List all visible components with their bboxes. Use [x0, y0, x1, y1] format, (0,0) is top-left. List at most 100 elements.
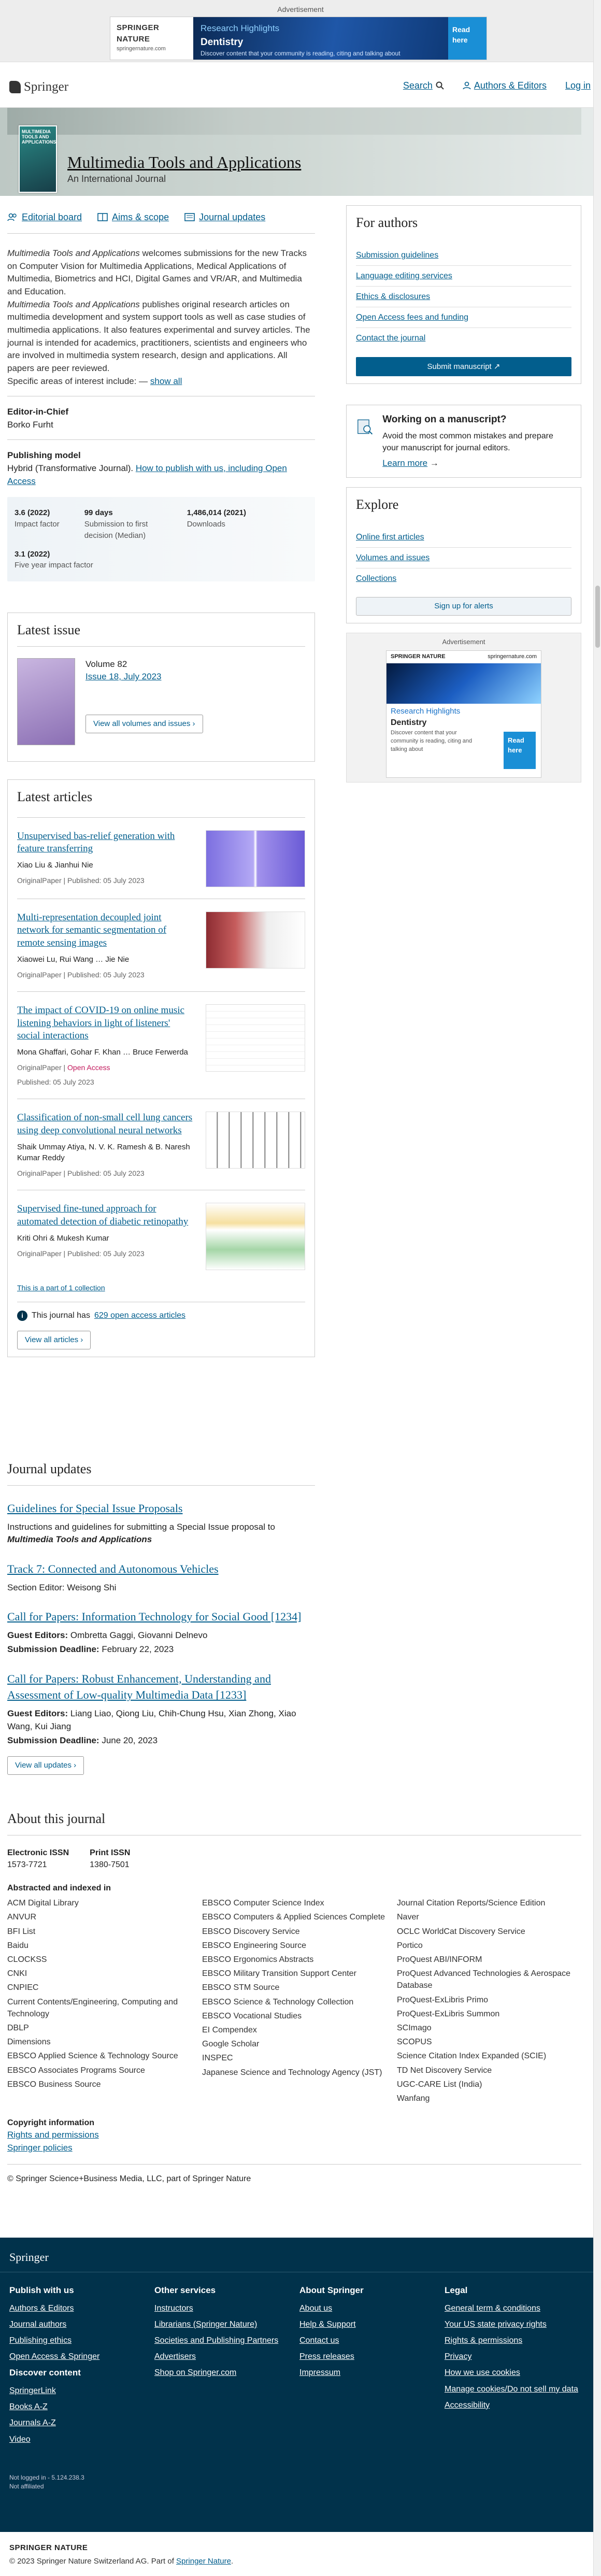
ad-line3: Discover content that your community is …: [201, 50, 400, 58]
springer-policies-link[interactable]: Springer policies: [7, 2143, 73, 2153]
footer-link[interactable]: Shop on Springer.com: [154, 2367, 299, 2379]
issue-volume: Volume 82: [85, 659, 127, 669]
footer-link[interactable]: Accessibility: [445, 2399, 590, 2411]
volumes-issues-link[interactable]: Volumes and issues: [356, 553, 430, 562]
article-item: Classification of non-small cell lung ca…: [17, 1099, 305, 1190]
index-item: CLOCKSS: [7, 1955, 47, 1964]
collections-link[interactable]: Collections: [356, 574, 396, 583]
index-item: TD Net Discovery Service: [397, 2066, 492, 2075]
copyright-text: © Springer Science+Business Media, LLC, …: [7, 2164, 581, 2185]
show-all-link[interactable]: show all: [150, 376, 182, 386]
ad-side-read-here-button[interactable]: Read here: [504, 731, 536, 769]
online-first-link[interactable]: Online first articles: [356, 533, 424, 542]
submit-manuscript-button[interactable]: Submit manuscript ↗: [356, 357, 571, 377]
open-access-articles-link[interactable]: 629 open access articles: [94, 1310, 185, 1321]
view-all-volumes-button[interactable]: View all volumes and issues ›: [85, 715, 203, 733]
rights-permissions-link[interactable]: Rights and permissions: [7, 2130, 99, 2140]
footer-link[interactable]: Books A-Z: [9, 2401, 154, 2413]
ad-image: [387, 663, 541, 704]
index-item: EBSCO Engineering Source: [202, 1941, 306, 1950]
article-title[interactable]: The impact of COVID-19 on online music l…: [17, 1004, 193, 1043]
index-item: SCImago: [397, 2023, 432, 2032]
footer-link[interactable]: Privacy: [445, 2351, 590, 2362]
article-title[interactable]: Supervised fine-tuned approach for autom…: [17, 1203, 193, 1228]
journal-title[interactable]: Multimedia Tools and Applications: [67, 150, 301, 174]
footer-link[interactable]: Open Access & Springer: [9, 2351, 154, 2362]
footer-link[interactable]: Societies and Publishing Partners: [154, 2335, 299, 2346]
article-title[interactable]: Unsupervised bas-relief generation with …: [17, 830, 193, 856]
ad-label: Advertisement: [277, 5, 324, 13]
footer-link[interactable]: About us: [299, 2302, 445, 2314]
article-thumbnail[interactable]: [206, 1203, 305, 1271]
index-item: EBSCO Discovery Service: [202, 1927, 300, 1936]
scrollbar-thumb[interactable]: [595, 586, 600, 648]
article-thumbnail[interactable]: [206, 911, 305, 969]
issue-cover-image[interactable]: [17, 658, 75, 745]
affiliation-status: Not affiliated: [9, 2483, 44, 2490]
update-title[interactable]: Call for Papers: Information Technology …: [7, 1609, 315, 1625]
eissn-value: 1573-7721: [7, 1860, 47, 1869]
footer-link[interactable]: How we use cookies: [445, 2367, 590, 2379]
logged-status: Not logged in - 5.124.238.3: [9, 2474, 84, 2481]
footer-link[interactable]: General term & conditions: [445, 2302, 590, 2314]
footer-logo[interactable]: Springer: [9, 2249, 49, 2266]
footer-link[interactable]: Journal authors: [9, 2318, 154, 2330]
sidebar-ad-banner[interactable]: SPRINGER NATURE springernature.com Resear…: [386, 650, 541, 778]
open-access-fees-link[interactable]: Open Access fees and funding: [356, 313, 468, 322]
footer-link[interactable]: Video: [9, 2433, 154, 2445]
footer-link[interactable]: Your US state privacy rights: [445, 2318, 590, 2330]
springer-logo[interactable]: Springer: [9, 78, 68, 96]
scrollbar[interactable]: [593, 0, 601, 2576]
footer-link[interactable]: Advertisers: [154, 2351, 299, 2362]
ad-read-here-button[interactable]: Read here: [448, 17, 486, 60]
submission-guidelines-link[interactable]: Submission guidelines: [356, 251, 438, 260]
update-title[interactable]: Call for Papers: Robust Enhancement, Und…: [7, 1671, 315, 1704]
article-thumbnail[interactable]: [206, 1112, 305, 1169]
index-item: EBSCO Applied Science & Technology Sourc…: [7, 2052, 178, 2061]
authors-editors-link[interactable]: Authors & Editors: [463, 79, 547, 92]
article-title[interactable]: Classification of non-small cell lung ca…: [17, 1112, 193, 1137]
language-editing-link[interactable]: Language editing services: [356, 272, 452, 280]
article-thumbnail[interactable]: [206, 830, 305, 887]
tab-editorial-board[interactable]: Editorial board: [7, 210, 82, 224]
impact-factor-value: 3.6 (2022): [15, 508, 50, 518]
collection-link[interactable]: This is a part of 1 collection: [17, 1284, 105, 1292]
ethics-link[interactable]: Ethics & disclosures: [356, 292, 430, 301]
explore-title: Explore: [356, 496, 399, 512]
contact-journal-link[interactable]: Contact the journal: [356, 334, 425, 343]
view-all-updates-button[interactable]: View all updates ›: [7, 1756, 84, 1775]
tab-journal-updates[interactable]: Journal updates: [184, 210, 265, 224]
footer-link[interactable]: Publishing ethics: [9, 2335, 154, 2346]
login-link[interactable]: Log in: [565, 79, 591, 92]
view-all-articles-button[interactable]: View all articles ›: [17, 1331, 91, 1350]
update-title[interactable]: Track 7: Connected and Autonomous Vehicl…: [7, 1561, 315, 1577]
footer-link[interactable]: Press releases: [299, 2351, 445, 2362]
footer-link[interactable]: Journals A-Z: [9, 2417, 154, 2429]
sign-up-alerts-button[interactable]: Sign up for alerts: [356, 597, 571, 616]
footer-link[interactable]: Authors & Editors: [9, 2302, 154, 2314]
journal-updates-section: Journal updates Guidelines for Special I…: [7, 1459, 315, 1775]
footer-link[interactable]: SpringerLink: [9, 2385, 154, 2397]
latest-articles-title: Latest articles: [17, 789, 93, 805]
footer-link[interactable]: Help & Support: [299, 2318, 445, 2330]
editor-label: Editor-in-Chief: [7, 407, 69, 417]
footer-link[interactable]: Instructors: [154, 2302, 299, 2314]
ad-banner[interactable]: SPRINGER NATURE springernature.com Resear…: [110, 17, 487, 60]
footer-link[interactable]: Librarians (Springer Nature): [154, 2318, 299, 2330]
update-item: Call for Papers: Robust Enhancement, Und…: [7, 1656, 315, 1747]
article-thumbnail[interactable]: [206, 1004, 305, 1072]
tab-aims-scope[interactable]: Aims & scope: [97, 210, 169, 224]
footer-link[interactable]: Rights & permissions: [445, 2335, 590, 2346]
indexed-list: ACM Digital Library ANVUR BFI List Baidu CLO…: [7, 1897, 581, 2107]
index-item: EBSCO Military Transition Support Center: [202, 1969, 356, 1979]
update-title[interactable]: Guidelines for Special Issue Proposals: [7, 1500, 315, 1517]
learn-more-link[interactable]: Learn more: [382, 458, 427, 468]
footer-link[interactable]: Manage cookies/Do not sell my data: [445, 2383, 590, 2395]
issue-link[interactable]: Issue 18, July 2023: [85, 672, 161, 681]
footer-link[interactable]: Impressum: [299, 2367, 445, 2379]
article-title[interactable]: Multi-representation decoupled joint net…: [17, 912, 193, 950]
springer-nature-link[interactable]: Springer Nature: [176, 2557, 231, 2566]
footer-link[interactable]: Contact us: [299, 2335, 445, 2346]
index-item: Google Scholar: [202, 2040, 260, 2049]
search-link[interactable]: Search: [403, 79, 444, 92]
